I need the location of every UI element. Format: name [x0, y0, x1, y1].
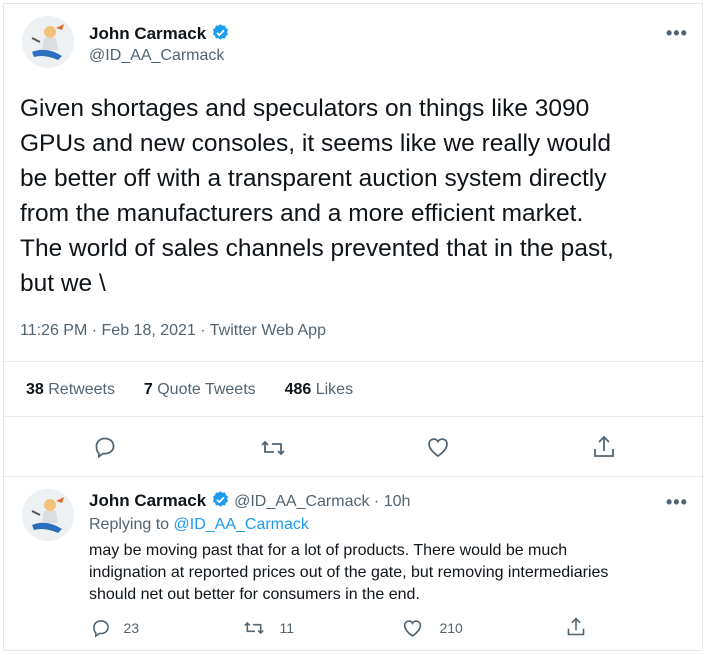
tweet-text-line: Given shortages and speculators on thing…: [20, 95, 590, 122]
tweet-date[interactable]: Feb 18, 2021: [102, 322, 196, 339]
tweet-text-line: be better off with a transparent auction…: [20, 165, 607, 192]
meta-separator: ·: [200, 322, 206, 339]
tweet-text-line: but we \: [20, 270, 106, 297]
reply-count: 23: [123, 620, 140, 636]
retweets-count: 38: [26, 381, 44, 398]
verified-badge-icon: [211, 490, 230, 514]
reply-avatar[interactable]: [22, 489, 74, 541]
more-icon[interactable]: •••: [666, 24, 688, 42]
tweet-text-line: GPUs and new consoles, it seems like we …: [20, 130, 611, 157]
retweet-count: 11: [279, 620, 294, 636]
quotes-count: 7: [143, 381, 153, 398]
reply-author-handle[interactable]: @ID_AA_Carmack: [234, 493, 369, 510]
reply-icon[interactable]: [93, 435, 117, 459]
retweet-icon: [244, 621, 264, 635]
verified-badge-icon: [211, 23, 230, 47]
replying-to-label: Replying to: [89, 516, 170, 533]
author-handle[interactable]: @ID_AA_Carmack: [89, 47, 224, 65]
avatar[interactable]: [22, 16, 74, 68]
reply-author-name[interactable]: John Carmack: [89, 491, 206, 510]
tweet-text-line: from the manufacturers and a more effici…: [20, 200, 584, 227]
likes-label: Likes: [315, 381, 354, 398]
like-count: 210: [439, 620, 463, 636]
tweet-time[interactable]: 11:26 PM: [20, 322, 87, 339]
like-icon[interactable]: [426, 436, 450, 458]
reply-text: may be moving past that for a lot of pro…: [89, 540, 689, 606]
tweet-stats: 38 Retweets 7 Quote Tweets 486 Likes: [26, 381, 353, 399]
reply-like-button[interactable]: 210: [402, 618, 463, 638]
tweet-text-line: The world of sales channels prevented th…: [20, 235, 614, 262]
reply-share-button[interactable]: [566, 616, 586, 638]
likes-stat[interactable]: 486 Likes: [285, 381, 354, 398]
reply-reply-button[interactable]: 23: [91, 618, 139, 638]
share-icon: [567, 617, 585, 636]
reply-more-icon[interactable]: •••: [666, 493, 688, 511]
author-name[interactable]: John Carmack: [89, 24, 206, 43]
replying-to-handle[interactable]: @ID_AA_Carmack: [174, 516, 309, 533]
like-icon: [403, 620, 422, 637]
retweet-icon[interactable]: [260, 436, 286, 460]
reply-time[interactable]: 10h: [384, 493, 411, 510]
tweet-text: Given shortages and speculators on thing…: [20, 91, 690, 301]
tweet-meta: 11:26 PM · Feb 18, 2021 · Twitter Web Ap…: [20, 322, 326, 340]
likes-count: 486: [284, 381, 312, 398]
meta-separator: ·: [91, 322, 98, 339]
reply-retweet-button[interactable]: 11: [243, 618, 294, 638]
reply-text-line: may be moving past that for a lot of pro…: [89, 542, 568, 559]
retweets-label: Retweets: [48, 381, 115, 398]
reply-header: John Carmack @ID_AA_Carmack · 10h: [89, 490, 410, 514]
reply-separator: ·: [373, 493, 380, 511]
reply-text-line: indignation at reported prices out of th…: [89, 564, 609, 581]
share-icon[interactable]: [592, 434, 616, 460]
quotes-label: Quote Tweets: [157, 381, 256, 398]
retweets-stat[interactable]: 38 Retweets: [26, 381, 115, 398]
tweet-source[interactable]: Twitter Web App: [210, 322, 326, 339]
reply-icon: [93, 620, 109, 638]
quotes-stat[interactable]: 7 Quote Tweets: [144, 381, 256, 398]
divider: [4, 416, 704, 417]
divider: [4, 476, 704, 477]
reply-text-line: should net out better for consumers in t…: [89, 586, 420, 603]
replying-to: Replying to @ID_AA_Carmack: [89, 516, 309, 534]
divider: [4, 361, 704, 362]
